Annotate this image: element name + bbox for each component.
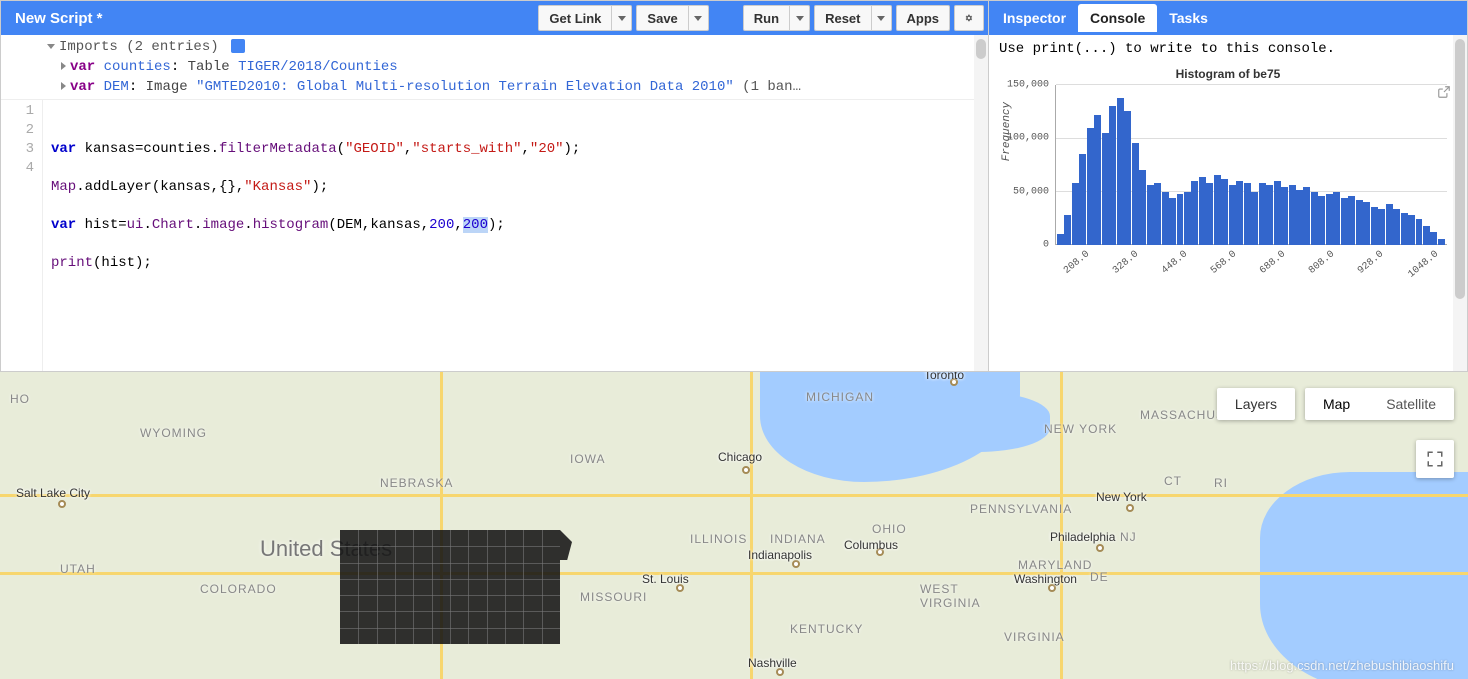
right-panel: Inspector Console Tasks Use print(...) t… — [989, 0, 1468, 372]
tab-console[interactable]: Console — [1078, 4, 1157, 32]
console-scrollbar[interactable] — [1453, 35, 1467, 371]
code-editor[interactable]: 1 2 3 4 var kansas=counties.filterMetada… — [1, 100, 988, 371]
save-dropdown[interactable] — [689, 5, 709, 31]
reset-button[interactable]: Reset — [814, 5, 871, 31]
note-icon[interactable] — [231, 39, 245, 53]
fullscreen-icon — [1426, 450, 1444, 468]
maptype-map[interactable]: Map — [1305, 388, 1368, 420]
getlink-button[interactable]: Get Link — [538, 5, 612, 31]
kansas-layer — [340, 530, 560, 644]
caret-down-icon — [694, 16, 702, 21]
script-title: New Script * — [5, 10, 534, 27]
collapse-icon[interactable] — [47, 44, 55, 49]
gear-icon — [965, 11, 973, 25]
layers-button[interactable]: Layers — [1217, 388, 1295, 420]
reset-dropdown[interactable] — [872, 5, 892, 31]
console-body[interactable]: Use print(...) to write to this console.… — [989, 35, 1467, 371]
caret-down-icon — [796, 16, 804, 21]
chart-ylabel: Frequency — [1001, 102, 1013, 161]
editor-pane: New Script * Get Link Save Run Reset App… — [0, 0, 989, 372]
console-hint: Use print(...) to write to this console. — [999, 41, 1457, 57]
settings-button[interactable] — [954, 5, 984, 31]
tab-inspector[interactable]: Inspector — [991, 4, 1078, 32]
apps-button[interactable]: Apps — [896, 5, 951, 31]
imports-section[interactable]: Imports (2 entries) var counties: Table … — [1, 35, 988, 100]
chart-bars — [1057, 85, 1445, 245]
watermark: https://blog.csdn.net/zhebushibiaoshifu — [1230, 658, 1454, 673]
maptype-toggle: Map Satellite — [1305, 388, 1454, 420]
run-button[interactable]: Run — [743, 5, 790, 31]
fullscreen-button[interactable] — [1416, 440, 1454, 478]
caret-down-icon — [877, 16, 885, 21]
code-body[interactable]: var kansas=counties.filterMetadata("GEOI… — [43, 100, 988, 371]
run-dropdown[interactable] — [790, 5, 810, 31]
caret-down-icon — [618, 16, 626, 21]
save-button[interactable]: Save — [636, 5, 688, 31]
right-tabs: Inspector Console Tasks — [989, 1, 1467, 35]
chart-xticks: 208.0328.0448.0568.0688.0808.0928.01048.… — [1055, 249, 1447, 275]
chart-title: Histogram of be75 — [999, 67, 1457, 81]
map-view[interactable]: United States HO WYOMING NEBRASKA IOWA U… — [0, 372, 1468, 679]
tab-tasks[interactable]: Tasks — [1157, 4, 1220, 32]
editor-scrollbar[interactable] — [974, 35, 988, 371]
expand-icon[interactable] — [61, 82, 66, 90]
line-gutter: 1 2 3 4 — [1, 100, 43, 371]
histogram-chart[interactable]: Histogram of be75 Frequency 050,000100,0… — [999, 67, 1457, 285]
expand-icon[interactable] — [61, 62, 66, 70]
editor-title-bar: New Script * Get Link Save Run Reset App… — [1, 1, 988, 35]
maptype-satellite[interactable]: Satellite — [1368, 388, 1454, 420]
getlink-dropdown[interactable] — [612, 5, 632, 31]
